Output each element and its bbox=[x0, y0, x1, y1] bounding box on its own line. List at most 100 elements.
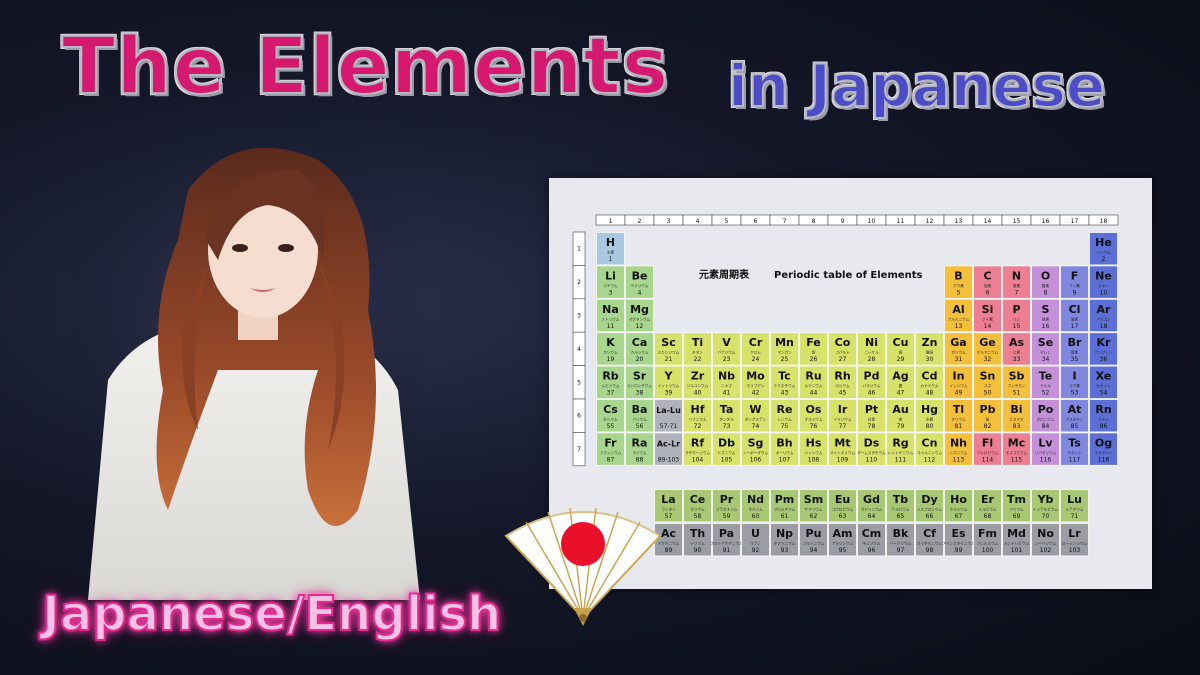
element-number: 71 bbox=[1071, 513, 1079, 520]
element-symbol: Rh bbox=[834, 370, 850, 383]
element-symbol: Sb bbox=[1009, 370, 1025, 383]
group-number: 6 bbox=[754, 218, 758, 225]
element-name-jp: 銅 bbox=[899, 350, 903, 355]
group-number: 16 bbox=[1042, 218, 1050, 225]
element-symbol: Fm bbox=[978, 527, 997, 540]
element-name-jp: 窒素 bbox=[1013, 283, 1021, 288]
element-number: 65 bbox=[897, 513, 905, 520]
element-name-jp: 臭素 bbox=[1071, 350, 1079, 355]
element-number: 43 bbox=[781, 390, 789, 397]
group-number: 11 bbox=[897, 218, 905, 225]
element-symbol: Mc bbox=[1008, 436, 1025, 449]
element-name-jp: セシウム bbox=[603, 417, 618, 422]
element-number: 37 bbox=[607, 390, 615, 397]
element-symbol: As bbox=[1009, 336, 1025, 349]
element-number: 83 bbox=[1013, 423, 1021, 430]
element-symbol: U bbox=[751, 527, 760, 540]
element-name-jp: サマリウム bbox=[805, 507, 823, 512]
element-symbol: Nb bbox=[718, 370, 735, 383]
element-name-jp: ツリウム bbox=[1009, 507, 1024, 512]
element-number: 74 bbox=[752, 423, 760, 430]
element-number: 93 bbox=[781, 547, 789, 554]
element-number: 70 bbox=[1042, 513, 1050, 520]
element-name-jp: 塩素 bbox=[1071, 316, 1079, 321]
element-number: 4 bbox=[638, 289, 642, 296]
element-number: 26 bbox=[810, 356, 818, 363]
element-number: 38 bbox=[636, 390, 644, 397]
group-number: 14 bbox=[984, 218, 992, 225]
element-symbol: Au bbox=[892, 403, 908, 416]
element-name-jp: パラジウム bbox=[863, 383, 881, 388]
element-name-jp: 硫黄 bbox=[1042, 316, 1050, 321]
title-main: The Elements bbox=[61, 21, 670, 113]
element-name-jp: テクネチウム bbox=[774, 383, 796, 388]
element-name-jp: オガネソン bbox=[1095, 450, 1113, 455]
element-symbol: Ts bbox=[1068, 436, 1081, 449]
element-name-jp: ネオン bbox=[1098, 283, 1109, 288]
element-number: 32 bbox=[984, 356, 992, 363]
element-name-jp: アメリシウム bbox=[832, 541, 854, 546]
element-number: 49 bbox=[955, 390, 963, 397]
period-number: 5 bbox=[577, 379, 581, 386]
element-name-jp: ナトリウム bbox=[602, 316, 620, 321]
element-symbol: Ho bbox=[950, 493, 967, 506]
element-number: 76 bbox=[810, 423, 818, 430]
element-symbol: Bk bbox=[893, 527, 909, 540]
element-symbol: Ru bbox=[805, 370, 821, 383]
element-number: 103 bbox=[1069, 547, 1081, 554]
element-number: 113 bbox=[953, 456, 965, 463]
element-number: 111 bbox=[895, 456, 907, 463]
group-number: 10 bbox=[868, 218, 876, 225]
element-symbol: Cf bbox=[923, 527, 936, 540]
element-symbol: Es bbox=[951, 527, 966, 540]
element-symbol: Br bbox=[1068, 336, 1082, 349]
element-number: 55 bbox=[607, 423, 615, 430]
element-symbol: Lu bbox=[1067, 493, 1082, 506]
element-number: 73 bbox=[723, 423, 731, 430]
element-number: 104 bbox=[692, 456, 704, 463]
element-symbol: N bbox=[1012, 269, 1021, 282]
element-name-jp: カドミウム bbox=[921, 383, 939, 388]
language-label: Japanese/English bbox=[41, 585, 502, 643]
element-name-jp: チタン bbox=[692, 350, 703, 355]
element-number: 56 bbox=[636, 423, 644, 430]
element-number: 91 bbox=[723, 547, 731, 554]
element-name-jp: テルビウム bbox=[892, 507, 910, 512]
element-number: 60 bbox=[752, 513, 760, 520]
element-symbol: Tb bbox=[893, 493, 909, 506]
element-number: 88 bbox=[636, 456, 644, 463]
group-number: 4 bbox=[696, 218, 700, 225]
element-name-jp: バリウム bbox=[632, 417, 647, 422]
element-symbol: Nh bbox=[950, 436, 967, 449]
element-symbol: O bbox=[1041, 269, 1050, 282]
element-symbol: Nd bbox=[747, 493, 764, 506]
element-number: 2 bbox=[1102, 256, 1106, 263]
element-symbol: F bbox=[1071, 269, 1079, 282]
element-name-jp: ネオジム bbox=[748, 507, 763, 512]
element-symbol: Ag bbox=[892, 370, 908, 383]
element-symbol: Gd bbox=[863, 493, 880, 506]
element-number: 30 bbox=[926, 356, 934, 363]
element-name-jp: 白金 bbox=[868, 417, 876, 422]
group-number: 9 bbox=[841, 218, 845, 225]
element-number: 28 bbox=[868, 356, 876, 363]
element-name-jp: シーボーギウム bbox=[743, 450, 769, 455]
element-name-jp: ベリリウム bbox=[631, 283, 649, 288]
group-number: 17 bbox=[1071, 218, 1079, 225]
element-number: 66 bbox=[926, 513, 934, 520]
element-symbol: Fl bbox=[982, 436, 993, 449]
element-name-jp: イリジウム bbox=[834, 417, 852, 422]
element-symbol: He bbox=[1095, 236, 1112, 249]
element-name-jp: リバモリウム bbox=[1035, 450, 1057, 455]
element-name-jp: プラセオジム bbox=[716, 507, 738, 512]
element-number: 110 bbox=[866, 456, 878, 463]
element-name-jp: コバルト bbox=[835, 351, 850, 355]
element-number: 21 bbox=[665, 356, 673, 363]
element-symbol: H bbox=[606, 236, 615, 249]
element-symbol: Li bbox=[605, 269, 616, 282]
element-symbol: Ca bbox=[632, 336, 648, 349]
period-number: 7 bbox=[577, 446, 581, 453]
element-name-jp: 鉛 bbox=[986, 417, 990, 422]
element-symbol: Ra bbox=[632, 436, 648, 449]
element-number: 90 bbox=[694, 547, 702, 554]
